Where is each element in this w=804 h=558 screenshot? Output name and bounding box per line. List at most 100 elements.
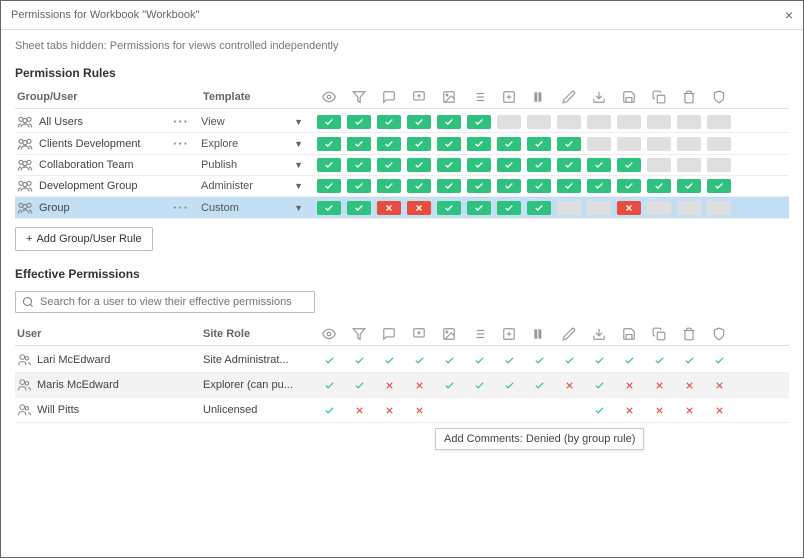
capability-cell[interactable] bbox=[377, 137, 401, 151]
capability-cell[interactable] bbox=[677, 201, 701, 215]
capability-cell[interactable] bbox=[347, 179, 371, 193]
capability-cell[interactable] bbox=[587, 378, 611, 392]
capability-cell[interactable] bbox=[467, 137, 491, 151]
capability-cell[interactable] bbox=[407, 378, 431, 392]
capability-cell[interactable] bbox=[467, 158, 491, 172]
capability-cell[interactable] bbox=[377, 403, 401, 417]
search-input[interactable] bbox=[40, 296, 308, 308]
capability-cell[interactable] bbox=[617, 201, 641, 215]
capability-cell[interactable] bbox=[347, 378, 371, 392]
capability-cell[interactable] bbox=[377, 179, 401, 193]
capability-cell[interactable] bbox=[527, 137, 551, 151]
capability-cell[interactable] bbox=[317, 403, 341, 417]
effective-permission-row[interactable]: Will PittsUnlicensed bbox=[15, 398, 789, 423]
capability-cell[interactable] bbox=[557, 378, 581, 392]
capability-cell[interactable] bbox=[317, 378, 341, 392]
capability-cell[interactable] bbox=[377, 353, 401, 367]
capability-cell[interactable] bbox=[377, 378, 401, 392]
capability-cell[interactable] bbox=[347, 353, 371, 367]
capability-cell[interactable] bbox=[557, 137, 581, 151]
template-dropdown[interactable]: View▼ bbox=[201, 116, 311, 128]
capability-cell[interactable] bbox=[677, 403, 701, 417]
capability-cell[interactable] bbox=[497, 378, 521, 392]
capability-cell[interactable] bbox=[437, 137, 461, 151]
add-group-user-button[interactable]: + Add Group/User Rule bbox=[15, 227, 153, 251]
capability-cell[interactable] bbox=[647, 158, 671, 172]
permission-rule-row[interactable]: Group···Custom▼ bbox=[15, 197, 789, 219]
capability-cell[interactable] bbox=[377, 115, 401, 129]
capability-cell[interactable] bbox=[557, 179, 581, 193]
capability-cell[interactable] bbox=[647, 137, 671, 151]
capability-cell[interactable] bbox=[497, 158, 521, 172]
capability-cell[interactable] bbox=[467, 201, 491, 215]
capability-cell[interactable] bbox=[497, 115, 521, 129]
capability-cell[interactable] bbox=[617, 353, 641, 367]
capability-cell[interactable] bbox=[497, 179, 521, 193]
capability-cell[interactable] bbox=[437, 353, 461, 367]
capability-cell[interactable] bbox=[617, 115, 641, 129]
more-icon[interactable]: ··· bbox=[167, 136, 195, 151]
capability-cell[interactable] bbox=[557, 158, 581, 172]
capability-cell[interactable] bbox=[617, 158, 641, 172]
capability-cell[interactable] bbox=[527, 115, 551, 129]
capability-cell[interactable] bbox=[317, 179, 341, 193]
capability-cell[interactable] bbox=[707, 378, 731, 392]
capability-cell[interactable] bbox=[377, 201, 401, 215]
capability-cell[interactable] bbox=[317, 353, 341, 367]
capability-cell[interactable] bbox=[677, 378, 701, 392]
capability-cell[interactable] bbox=[677, 115, 701, 129]
effective-permission-row[interactable]: Maris McEdwardExplorer (can pu... bbox=[15, 373, 789, 398]
capability-cell[interactable] bbox=[437, 378, 461, 392]
capability-cell[interactable] bbox=[617, 378, 641, 392]
capability-cell[interactable] bbox=[407, 353, 431, 367]
capability-cell[interactable] bbox=[707, 353, 731, 367]
capability-cell[interactable] bbox=[347, 115, 371, 129]
capability-cell[interactable] bbox=[587, 353, 611, 367]
capability-cell[interactable] bbox=[617, 137, 641, 151]
capability-cell[interactable] bbox=[617, 179, 641, 193]
capability-cell[interactable] bbox=[587, 158, 611, 172]
capability-cell[interactable] bbox=[707, 179, 731, 193]
capability-cell[interactable] bbox=[647, 378, 671, 392]
capability-cell[interactable] bbox=[347, 403, 371, 417]
capability-cell[interactable] bbox=[647, 201, 671, 215]
more-icon[interactable]: ··· bbox=[167, 200, 195, 215]
capability-cell[interactable] bbox=[347, 137, 371, 151]
permission-rule-row[interactable]: Collaboration TeamPublish▼ bbox=[15, 155, 789, 176]
capability-cell[interactable] bbox=[707, 403, 731, 417]
template-dropdown[interactable]: Custom▼ bbox=[201, 202, 311, 214]
permission-rule-row[interactable]: Clients Development···Explore▼ bbox=[15, 133, 789, 155]
capability-cell[interactable] bbox=[707, 137, 731, 151]
capability-cell[interactable] bbox=[707, 115, 731, 129]
capability-cell[interactable] bbox=[437, 179, 461, 193]
capability-cell[interactable] bbox=[317, 158, 341, 172]
capability-cell[interactable] bbox=[647, 353, 671, 367]
capability-cell[interactable] bbox=[677, 137, 701, 151]
capability-cell[interactable] bbox=[407, 158, 431, 172]
capability-cell[interactable] bbox=[587, 179, 611, 193]
search-input-container[interactable] bbox=[15, 291, 315, 313]
capability-cell[interactable] bbox=[647, 179, 671, 193]
template-dropdown[interactable]: Publish▼ bbox=[201, 159, 311, 171]
capability-cell[interactable] bbox=[677, 353, 701, 367]
capability-cell[interactable] bbox=[707, 158, 731, 172]
capability-cell[interactable] bbox=[467, 378, 491, 392]
capability-cell[interactable] bbox=[407, 115, 431, 129]
capability-cell[interactable] bbox=[587, 403, 611, 417]
capability-cell[interactable] bbox=[407, 201, 431, 215]
close-icon[interactable]: × bbox=[785, 7, 793, 23]
capability-cell[interactable] bbox=[317, 201, 341, 215]
effective-permission-row[interactable]: Lari McEdwardSite Administrat... bbox=[15, 348, 789, 373]
capability-cell[interactable] bbox=[467, 179, 491, 193]
capability-cell[interactable] bbox=[557, 353, 581, 367]
capability-cell[interactable] bbox=[347, 158, 371, 172]
capability-cell[interactable] bbox=[467, 353, 491, 367]
capability-cell[interactable] bbox=[587, 137, 611, 151]
capability-cell[interactable] bbox=[587, 201, 611, 215]
capability-cell[interactable] bbox=[647, 403, 671, 417]
capability-cell[interactable] bbox=[497, 137, 521, 151]
template-dropdown[interactable]: Administer▼ bbox=[201, 180, 311, 192]
capability-cell[interactable] bbox=[407, 403, 431, 417]
capability-cell[interactable] bbox=[707, 201, 731, 215]
capability-cell[interactable] bbox=[527, 353, 551, 367]
